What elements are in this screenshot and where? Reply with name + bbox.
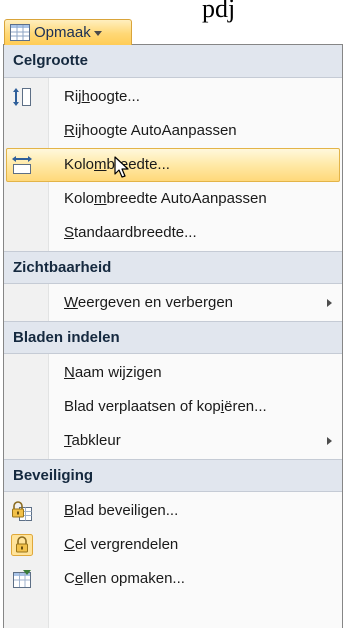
menu-item-blad-beveiligen[interactable]: Blad beveiligen... <box>6 494 340 528</box>
menu-item-label: Kolombreedte... <box>64 156 170 173</box>
menu-item-label: Cel vergrendelen <box>64 536 179 553</box>
menu-item-label: Rijhoogte AutoAanpassen <box>64 122 237 139</box>
section-header-beveiliging: Beveiliging <box>4 459 342 492</box>
section-header-bladen-indelen: Bladen indelen <box>4 321 342 354</box>
menu-item-blad-verplaatsen-of-kopieren[interactable]: Blad verplaatsen of kopiëren... <box>6 390 340 424</box>
column-width-icon <box>12 156 32 174</box>
format-dropdown-menu: Celgrootte Rijhoogte... Rijhoogte AutoAa… <box>3 44 343 628</box>
menu-item-label: Kolombreedte AutoAanpassen <box>64 190 267 207</box>
menu-item-naam-wijzigen[interactable]: Naam wijzigen <box>6 356 340 390</box>
menu-item-label: Standaardbreedte... <box>64 224 197 241</box>
menu-item-kolombreedte[interactable]: Kolombreedte... <box>6 148 340 182</box>
section-header-zichtbaarheid: Zichtbaarheid <box>4 251 342 284</box>
menu-item-label: Weergeven en verbergen <box>64 294 234 311</box>
menu-item-label: Blad verplaatsen of kopiëren... <box>64 398 267 415</box>
menu-item-label: Rijhoogte... <box>64 88 140 105</box>
menu-item-tabkleur[interactable]: Tabkleur <box>6 424 340 458</box>
menu-item-rijhoogte[interactable]: Rijhoogte... <box>6 80 340 114</box>
menu-item-standaardbreedte[interactable]: Standaardbreedte... <box>6 216 340 250</box>
lock-cell-icon <box>11 534 33 556</box>
menu-item-cel-vergrendelen[interactable]: Cel vergrendelen <box>6 528 340 562</box>
chevron-right-icon <box>327 299 332 307</box>
menu-item-cellen-opmaken[interactable]: Cellen opmaken... <box>6 562 340 596</box>
menu-item-kolombreedte-autoaanpassen[interactable]: Kolombreedte AutoAanpassen <box>6 182 340 216</box>
menu-item-rijhoogte-autoaanpassen[interactable]: Rijhoogte AutoAanpassen <box>6 114 340 148</box>
menu-item-label: Tabkleur <box>64 432 121 449</box>
section-header-celgrootte: Celgrootte <box>4 45 342 78</box>
menu-item-label: Naam wijzigen <box>64 364 162 381</box>
menu-item-label: Blad beveiligen... <box>64 502 179 519</box>
menu-item-label: Cellen opmaken... <box>64 570 185 587</box>
format-cells-icon <box>10 24 30 41</box>
opmaak-ribbon-label: Opmaak <box>34 24 91 41</box>
document-text: pdj <box>202 0 236 23</box>
menu-item-weergeven-en-verbergen[interactable]: Weergeven en verbergen <box>6 286 340 320</box>
chevron-down-icon <box>93 31 102 36</box>
chevron-right-icon <box>327 437 332 445</box>
format-cells-icon <box>13 570 31 588</box>
row-height-icon <box>13 88 31 106</box>
protect-sheet-icon <box>12 501 32 521</box>
opmaak-ribbon-button[interactable]: Opmaak <box>4 19 132 45</box>
